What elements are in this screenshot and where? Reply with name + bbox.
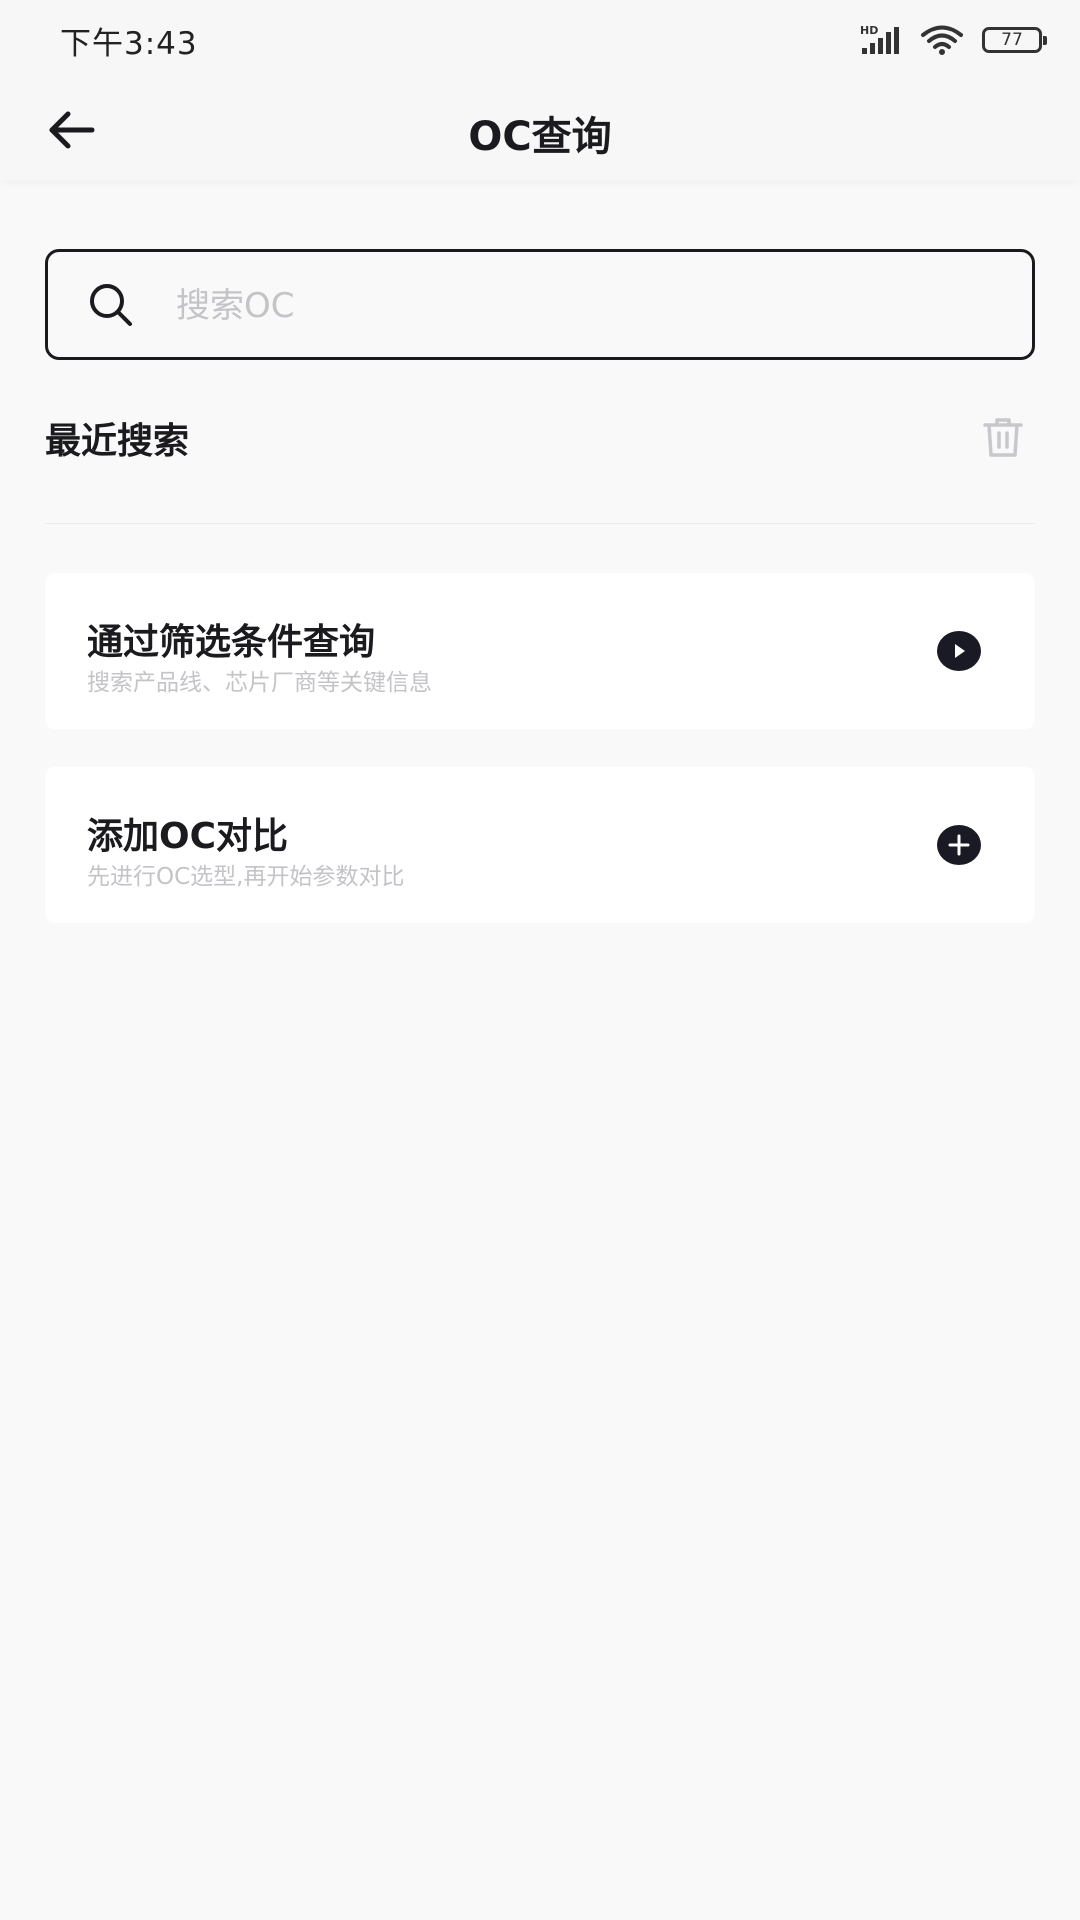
plus-icon bbox=[948, 834, 970, 856]
add-compare-card[interactable]: 添加OC对比 先进行OC选型,再开始参数对比 bbox=[45, 767, 1035, 923]
play-circle-icon[interactable] bbox=[937, 631, 981, 671]
status-icons: HD 77 bbox=[860, 22, 1047, 58]
filter-query-subtitle: 搜索产品线、芯片厂商等关键信息 bbox=[87, 670, 432, 696]
filter-query-title: 通过筛选条件查询 bbox=[87, 622, 376, 663]
clear-history-button[interactable] bbox=[976, 412, 1030, 462]
plus-circle-icon[interactable] bbox=[937, 825, 981, 865]
signal-icon: HD bbox=[860, 24, 899, 54]
battery-level: 77 bbox=[1001, 30, 1023, 50]
wifi-icon bbox=[921, 25, 963, 55]
add-compare-subtitle: 先进行OC选型,再开始参数对比 bbox=[87, 864, 405, 890]
play-triangle-icon bbox=[955, 644, 965, 658]
search-box[interactable] bbox=[45, 249, 1035, 360]
search-input[interactable] bbox=[174, 272, 998, 340]
status-time: 下午3:43 bbox=[60, 26, 198, 62]
header: OC查询 bbox=[0, 80, 1080, 180]
section-divider bbox=[45, 523, 1035, 524]
recent-search-title: 最近搜索 bbox=[45, 421, 190, 462]
page-title: OC查询 bbox=[468, 114, 612, 160]
network-type-label: HD bbox=[860, 24, 878, 37]
search-icon bbox=[90, 284, 132, 326]
filter-query-card[interactable]: 通过筛选条件查询 搜索产品线、芯片厂商等关键信息 bbox=[45, 573, 1035, 729]
add-compare-title: 添加OC对比 bbox=[87, 816, 289, 857]
battery-icon: 77 bbox=[982, 27, 1047, 53]
trash-icon bbox=[983, 418, 1023, 457]
status-bar: 下午3:43 HD 77 bbox=[0, 0, 1080, 80]
